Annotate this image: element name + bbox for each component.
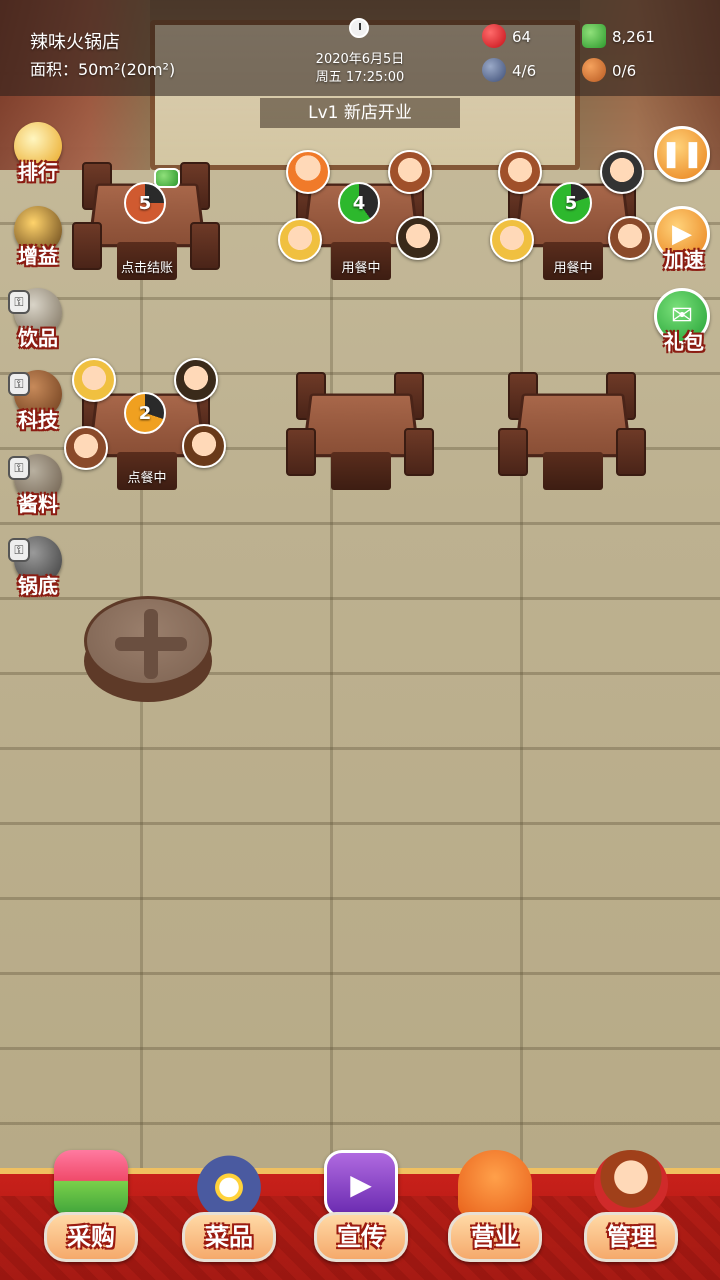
bell-icon: [458, 1150, 532, 1218]
table-status: 点餐中: [127, 471, 167, 486]
table-base: [543, 452, 603, 490]
nav-dishes-label: 菜品: [182, 1212, 276, 1262]
heart-icon: [482, 24, 506, 48]
buff-label: 增益: [18, 244, 58, 268]
manager-icon: [594, 1150, 668, 1218]
shop-name: 辣味火锅店: [30, 32, 120, 53]
nav-dishes-button[interactable]: 菜品: [174, 1150, 284, 1278]
video-icon: ▶: [324, 1150, 398, 1218]
nav-purchase-label: 采购: [44, 1212, 138, 1262]
chair: [498, 428, 528, 476]
staff-icon: [582, 58, 606, 82]
speed-up-label: 加速: [664, 248, 704, 272]
sauce-label: 酱料: [18, 492, 58, 516]
staff-counter: 0/6: [612, 62, 637, 80]
customer-avatar: [490, 218, 534, 262]
cash-icon: [582, 24, 606, 48]
table-status: 用餐中: [553, 261, 593, 276]
add-table-button[interactable]: [84, 596, 212, 706]
hearts-counter: 64: [512, 28, 532, 46]
cash-counter: 8,261: [612, 28, 655, 46]
customer-count-badge: 2: [124, 392, 166, 434]
pause-button[interactable]: ❚❚: [652, 126, 716, 196]
lock-icon: ⚿: [8, 290, 30, 314]
ranking-button[interactable]: 排行: [6, 122, 66, 192]
customer-avatar: [286, 150, 330, 194]
dining-table-1[interactable]: 5 点击结账: [72, 162, 222, 302]
soup-base-button[interactable]: ⚿ 锅底: [6, 536, 66, 606]
customer-avatar: [182, 424, 226, 468]
dining-table-2[interactable]: 4 用餐中: [278, 150, 440, 302]
nav-manage-button[interactable]: 管理: [576, 1150, 686, 1278]
customer-count-badge: 5: [124, 182, 166, 224]
lock-icon: ⚿: [8, 538, 30, 562]
customer-avatar: [608, 216, 652, 260]
gift-pack-label: 礼包: [664, 330, 704, 354]
plus-icon: [84, 596, 212, 686]
nav-manage-label: 管理: [584, 1212, 678, 1262]
customer-avatar: [174, 358, 218, 402]
speed-up-button[interactable]: ▶ 加速: [652, 206, 716, 276]
tech-button[interactable]: ⚿ 科技: [6, 370, 66, 440]
pause-icon: ❚❚: [654, 126, 710, 182]
shop-area: 面积：50m²(20m²): [30, 60, 176, 79]
game-date: 2020年6月5日: [315, 52, 405, 67]
lock-icon: ⚿: [8, 456, 30, 480]
cash-icon: [154, 168, 180, 188]
customer-count-badge: 5: [550, 182, 592, 224]
shop-stall-icon: [54, 1150, 128, 1218]
buff-button[interactable]: 增益: [6, 206, 66, 276]
customer-avatar: [72, 358, 116, 402]
tech-label: 科技: [18, 408, 58, 432]
customer-avatar: [396, 216, 440, 260]
table-top: [301, 393, 421, 458]
gift-pack-button[interactable]: ✉ 礼包: [652, 288, 716, 358]
customer-count-badge: 4: [338, 182, 380, 224]
drinks-label: 饮品: [18, 326, 58, 350]
level-banner: Lv1 新店开业: [260, 98, 460, 128]
table-base: [331, 452, 391, 490]
ranking-label: 排行: [18, 160, 58, 184]
chair: [616, 428, 646, 476]
chair: [404, 428, 434, 476]
soup-base-label: 锅底: [18, 574, 58, 598]
lock-icon: ⚿: [8, 372, 30, 396]
customer-avatar: [278, 218, 322, 262]
nav-business-button[interactable]: 营业: [440, 1150, 550, 1278]
dining-table-3[interactable]: 5 用餐中: [490, 150, 652, 302]
table-top: [513, 393, 633, 458]
customer-avatar: [388, 150, 432, 194]
empty-table-2[interactable]: [498, 372, 648, 512]
dining-table-4[interactable]: 2 点餐中: [64, 358, 226, 512]
nav-promotion-label: 宣传: [314, 1212, 408, 1262]
nav-business-label: 营业: [448, 1212, 542, 1262]
dish-icon: [192, 1150, 266, 1218]
sauce-button[interactable]: ⚿ 酱料: [6, 454, 66, 524]
table-status: 用餐中: [341, 261, 381, 276]
drinks-button[interactable]: ⚿ 饮品: [6, 288, 66, 358]
nav-purchase-button[interactable]: 采购: [36, 1150, 146, 1278]
nav-promotion-button[interactable]: ▶ 宣传: [306, 1150, 416, 1278]
chair: [286, 428, 316, 476]
alarm-clock-icon[interactable]: [349, 18, 369, 38]
table-status: 点击结账: [120, 261, 173, 276]
customer-avatar: [64, 426, 108, 470]
empty-table-1[interactable]: [286, 372, 436, 512]
table-count-icon: [482, 58, 506, 82]
customer-avatar: [498, 150, 542, 194]
table-counter: 4/6: [512, 62, 537, 80]
customer-avatar: [600, 150, 644, 194]
game-time: 周五 17:25:00: [315, 70, 405, 85]
play-icon: ▶: [350, 1167, 372, 1201]
